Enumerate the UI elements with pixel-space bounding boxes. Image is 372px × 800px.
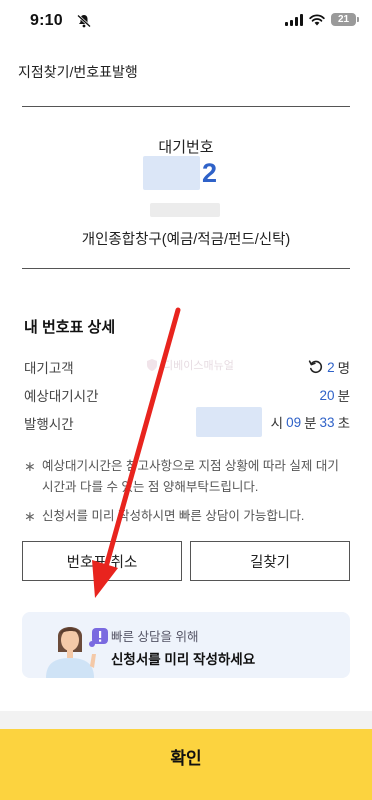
prefill-application-banner[interactable]: 빠른 상담을 위해 신청서를 미리 작성하세요 (22, 612, 350, 678)
asterisk-icon: ∗ (24, 458, 36, 474)
ticket-number-value: 2 (202, 157, 218, 188)
detail-issued-time: 발행시간 시 09 분 33 초 (24, 407, 350, 437)
detail-estimated-wait: 예상대기시간 20 분 (24, 385, 350, 405)
estimated-wait-value: 20 분 (320, 385, 350, 405)
notes: ∗ 예상대기시간은 참고사항으로 지점 상황에 따라 실제 대기시간과 다를 수… (24, 456, 350, 535)
watermark: 디베이스매뉴얼 (145, 357, 234, 373)
waiting-customers-unit: 명 (337, 361, 350, 376)
watermark-shield-icon (147, 359, 157, 371)
ticket-label: 대기번호 (158, 139, 214, 156)
status-bar: 9:10 21 (0, 0, 372, 44)
issued-time-hour-unit: 시 (270, 416, 284, 431)
consultant-illustration-icon (46, 627, 108, 678)
note-item: ∗ 신청서를 미리 작성하시면 빠른 상담이 가능합니다. (24, 506, 350, 527)
issued-time-minute: 09 (286, 414, 302, 430)
bell-off-icon (77, 14, 91, 28)
waiting-customers-label: 대기고객 (24, 361, 74, 376)
ticket-number-redaction (143, 156, 200, 190)
issued-time-value: 시 09 분 33 초 (195, 407, 350, 437)
issued-time-redaction (195, 407, 262, 437)
cancel-ticket-button[interactable]: 번호표 취소 (22, 541, 182, 581)
cellular-signal-icon (285, 13, 303, 26)
estimated-wait-label: 예상대기시간 (24, 389, 99, 404)
divider-middle (22, 268, 350, 269)
issued-time-second-unit: 초 (337, 416, 350, 431)
estimated-wait-unit: 분 (337, 389, 350, 404)
status-time: 9:10 (30, 12, 63, 29)
note-item: ∗ 예상대기시간은 참고사항으로 지점 상황에 따라 실제 대기시간과 다를 수… (24, 456, 350, 498)
wifi-icon (309, 13, 325, 25)
issued-time-minute-unit: 분 (304, 416, 317, 431)
estimated-wait-minutes: 20 (319, 387, 335, 403)
divider-top (22, 106, 350, 107)
battery-icon: 21 (331, 13, 359, 26)
waiting-customers-count: 2 (327, 359, 335, 375)
ticket-number: 2 (143, 156, 217, 190)
note-text: 신청서를 미리 작성하시면 빠른 상담이 가능합니다. (42, 509, 305, 523)
watermark-text: 디베이스매뉴얼 (163, 360, 234, 372)
banner-subtitle: 빠른 상담을 위해 (111, 630, 199, 644)
confirm-button[interactable]: 확인 (0, 729, 372, 800)
issued-time-label: 발행시간 (24, 417, 74, 432)
banner-title: 신청서를 미리 작성하세요 (111, 652, 256, 667)
waiting-customers-value: 2 명 (308, 357, 350, 377)
status-indicators: 21 (285, 13, 359, 26)
note-text: 예상대기시간은 참고사항으로 지점 상황에 따라 실제 대기시간과 다를 수 있… (42, 459, 339, 494)
refresh-icon[interactable] (308, 359, 324, 375)
asterisk-icon: ∗ (24, 508, 36, 524)
footer-spacer (0, 711, 372, 729)
breadcrumb: 지점찾기/번호표발행 (18, 64, 138, 80)
directions-button[interactable]: 길찾기 (190, 541, 350, 581)
details-title: 내 번호표 상세 (24, 319, 116, 336)
branch-name-redaction (150, 203, 220, 217)
counter-name: 개인종합창구(예금/적금/펀드/신탁) (81, 232, 291, 248)
confirm-label: 확인 (170, 749, 202, 768)
issued-time-second: 33 (319, 414, 335, 430)
